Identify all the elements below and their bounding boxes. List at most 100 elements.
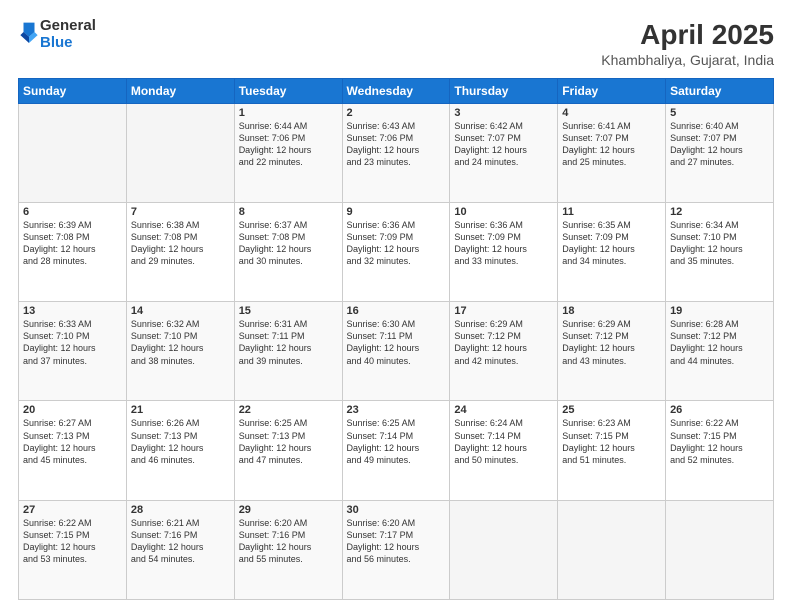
day-number: 15 <box>239 305 338 317</box>
day-number: 25 <box>562 404 661 416</box>
calendar-day: 30Sunrise: 6:20 AM Sunset: 7:17 PM Dayli… <box>342 500 450 599</box>
day-detail: Sunrise: 6:29 AM Sunset: 7:12 PM Dayligh… <box>562 318 661 367</box>
day-detail: Sunrise: 6:25 AM Sunset: 7:14 PM Dayligh… <box>347 417 446 466</box>
calendar-day: 11Sunrise: 6:35 AM Sunset: 7:09 PM Dayli… <box>558 202 666 301</box>
calendar-week-3: 13Sunrise: 6:33 AM Sunset: 7:10 PM Dayli… <box>19 302 774 401</box>
calendar-day: 4Sunrise: 6:41 AM Sunset: 7:07 PM Daylig… <box>558 103 666 202</box>
calendar-day: 28Sunrise: 6:21 AM Sunset: 7:16 PM Dayli… <box>126 500 234 599</box>
day-number: 12 <box>670 206 769 218</box>
day-detail: Sunrise: 6:24 AM Sunset: 7:14 PM Dayligh… <box>454 417 553 466</box>
day-detail: Sunrise: 6:25 AM Sunset: 7:13 PM Dayligh… <box>239 417 338 466</box>
day-detail: Sunrise: 6:29 AM Sunset: 7:12 PM Dayligh… <box>454 318 553 367</box>
day-detail: Sunrise: 6:36 AM Sunset: 7:09 PM Dayligh… <box>454 219 553 268</box>
day-number: 17 <box>454 305 553 317</box>
calendar-week-2: 6Sunrise: 6:39 AM Sunset: 7:08 PM Daylig… <box>19 202 774 301</box>
day-detail: Sunrise: 6:28 AM Sunset: 7:12 PM Dayligh… <box>670 318 769 367</box>
day-detail: Sunrise: 6:23 AM Sunset: 7:15 PM Dayligh… <box>562 417 661 466</box>
weekday-header-sunday: Sunday <box>19 78 127 103</box>
weekday-header-monday: Monday <box>126 78 234 103</box>
calendar-day: 18Sunrise: 6:29 AM Sunset: 7:12 PM Dayli… <box>558 302 666 401</box>
day-detail: Sunrise: 6:31 AM Sunset: 7:11 PM Dayligh… <box>239 318 338 367</box>
calendar-subtitle: Khambhaliya, Gujarat, India <box>601 52 774 68</box>
calendar-day: 9Sunrise: 6:36 AM Sunset: 7:09 PM Daylig… <box>342 202 450 301</box>
calendar-week-1: 1Sunrise: 6:44 AM Sunset: 7:06 PM Daylig… <box>19 103 774 202</box>
day-detail: Sunrise: 6:34 AM Sunset: 7:10 PM Dayligh… <box>670 219 769 268</box>
day-detail: Sunrise: 6:33 AM Sunset: 7:10 PM Dayligh… <box>23 318 122 367</box>
calendar-day: 3Sunrise: 6:42 AM Sunset: 7:07 PM Daylig… <box>450 103 558 202</box>
calendar-day: 17Sunrise: 6:29 AM Sunset: 7:12 PM Dayli… <box>450 302 558 401</box>
day-detail: Sunrise: 6:35 AM Sunset: 7:09 PM Dayligh… <box>562 219 661 268</box>
day-number: 6 <box>23 206 122 218</box>
day-detail: Sunrise: 6:41 AM Sunset: 7:07 PM Dayligh… <box>562 120 661 169</box>
weekday-header-row: SundayMondayTuesdayWednesdayThursdayFrid… <box>19 78 774 103</box>
calendar-day: 16Sunrise: 6:30 AM Sunset: 7:11 PM Dayli… <box>342 302 450 401</box>
calendar-day: 1Sunrise: 6:44 AM Sunset: 7:06 PM Daylig… <box>234 103 342 202</box>
weekday-header-friday: Friday <box>558 78 666 103</box>
day-detail: Sunrise: 6:20 AM Sunset: 7:17 PM Dayligh… <box>347 517 446 566</box>
day-detail: Sunrise: 6:36 AM Sunset: 7:09 PM Dayligh… <box>347 219 446 268</box>
day-number: 27 <box>23 504 122 516</box>
day-detail: Sunrise: 6:27 AM Sunset: 7:13 PM Dayligh… <box>23 417 122 466</box>
logo-line2: Blue <box>40 35 96 52</box>
calendar-day: 15Sunrise: 6:31 AM Sunset: 7:11 PM Dayli… <box>234 302 342 401</box>
calendar-week-5: 27Sunrise: 6:22 AM Sunset: 7:15 PM Dayli… <box>19 500 774 599</box>
day-detail: Sunrise: 6:40 AM Sunset: 7:07 PM Dayligh… <box>670 120 769 169</box>
day-number: 26 <box>670 404 769 416</box>
logo-line1: General <box>40 18 96 35</box>
day-number: 9 <box>347 206 446 218</box>
calendar-day: 25Sunrise: 6:23 AM Sunset: 7:15 PM Dayli… <box>558 401 666 500</box>
day-detail: Sunrise: 6:21 AM Sunset: 7:16 PM Dayligh… <box>131 517 230 566</box>
day-number: 20 <box>23 404 122 416</box>
calendar-day: 6Sunrise: 6:39 AM Sunset: 7:08 PM Daylig… <box>19 202 127 301</box>
calendar-day: 24Sunrise: 6:24 AM Sunset: 7:14 PM Dayli… <box>450 401 558 500</box>
logo-icon <box>20 21 38 43</box>
calendar-day: 19Sunrise: 6:28 AM Sunset: 7:12 PM Dayli… <box>666 302 774 401</box>
calendar-day: 21Sunrise: 6:26 AM Sunset: 7:13 PM Dayli… <box>126 401 234 500</box>
calendar-day: 29Sunrise: 6:20 AM Sunset: 7:16 PM Dayli… <box>234 500 342 599</box>
day-number: 23 <box>347 404 446 416</box>
weekday-header-wednesday: Wednesday <box>342 78 450 103</box>
day-number: 16 <box>347 305 446 317</box>
day-detail: Sunrise: 6:26 AM Sunset: 7:13 PM Dayligh… <box>131 417 230 466</box>
header: General Blue April 2025 Khambhaliya, Guj… <box>18 18 774 68</box>
day-number: 21 <box>131 404 230 416</box>
day-number: 3 <box>454 107 553 119</box>
day-number: 11 <box>562 206 661 218</box>
day-detail: Sunrise: 6:37 AM Sunset: 7:08 PM Dayligh… <box>239 219 338 268</box>
calendar-day: 10Sunrise: 6:36 AM Sunset: 7:09 PM Dayli… <box>450 202 558 301</box>
day-number: 8 <box>239 206 338 218</box>
calendar-title: April 2025 <box>601 18 774 52</box>
day-detail: Sunrise: 6:22 AM Sunset: 7:15 PM Dayligh… <box>670 417 769 466</box>
calendar-day: 2Sunrise: 6:43 AM Sunset: 7:06 PM Daylig… <box>342 103 450 202</box>
calendar-day <box>666 500 774 599</box>
day-detail: Sunrise: 6:32 AM Sunset: 7:10 PM Dayligh… <box>131 318 230 367</box>
calendar-day: 7Sunrise: 6:38 AM Sunset: 7:08 PM Daylig… <box>126 202 234 301</box>
day-number: 28 <box>131 504 230 516</box>
title-block: April 2025 Khambhaliya, Gujarat, India <box>601 18 774 68</box>
calendar-day: 13Sunrise: 6:33 AM Sunset: 7:10 PM Dayli… <box>19 302 127 401</box>
calendar-day: 14Sunrise: 6:32 AM Sunset: 7:10 PM Dayli… <box>126 302 234 401</box>
calendar-week-4: 20Sunrise: 6:27 AM Sunset: 7:13 PM Dayli… <box>19 401 774 500</box>
day-detail: Sunrise: 6:38 AM Sunset: 7:08 PM Dayligh… <box>131 219 230 268</box>
calendar-day: 20Sunrise: 6:27 AM Sunset: 7:13 PM Dayli… <box>19 401 127 500</box>
calendar-day <box>126 103 234 202</box>
day-detail: Sunrise: 6:39 AM Sunset: 7:08 PM Dayligh… <box>23 219 122 268</box>
calendar-day: 23Sunrise: 6:25 AM Sunset: 7:14 PM Dayli… <box>342 401 450 500</box>
day-number: 10 <box>454 206 553 218</box>
day-number: 5 <box>670 107 769 119</box>
day-number: 13 <box>23 305 122 317</box>
day-number: 19 <box>670 305 769 317</box>
day-detail: Sunrise: 6:20 AM Sunset: 7:16 PM Dayligh… <box>239 517 338 566</box>
day-number: 7 <box>131 206 230 218</box>
day-number: 4 <box>562 107 661 119</box>
calendar-day: 27Sunrise: 6:22 AM Sunset: 7:15 PM Dayli… <box>19 500 127 599</box>
day-detail: Sunrise: 6:30 AM Sunset: 7:11 PM Dayligh… <box>347 318 446 367</box>
page: General Blue April 2025 Khambhaliya, Guj… <box>0 0 792 612</box>
weekday-header-thursday: Thursday <box>450 78 558 103</box>
day-number: 22 <box>239 404 338 416</box>
day-number: 29 <box>239 504 338 516</box>
weekday-header-tuesday: Tuesday <box>234 78 342 103</box>
day-detail: Sunrise: 6:42 AM Sunset: 7:07 PM Dayligh… <box>454 120 553 169</box>
logo: General Blue <box>18 18 96 51</box>
day-detail: Sunrise: 6:43 AM Sunset: 7:06 PM Dayligh… <box>347 120 446 169</box>
